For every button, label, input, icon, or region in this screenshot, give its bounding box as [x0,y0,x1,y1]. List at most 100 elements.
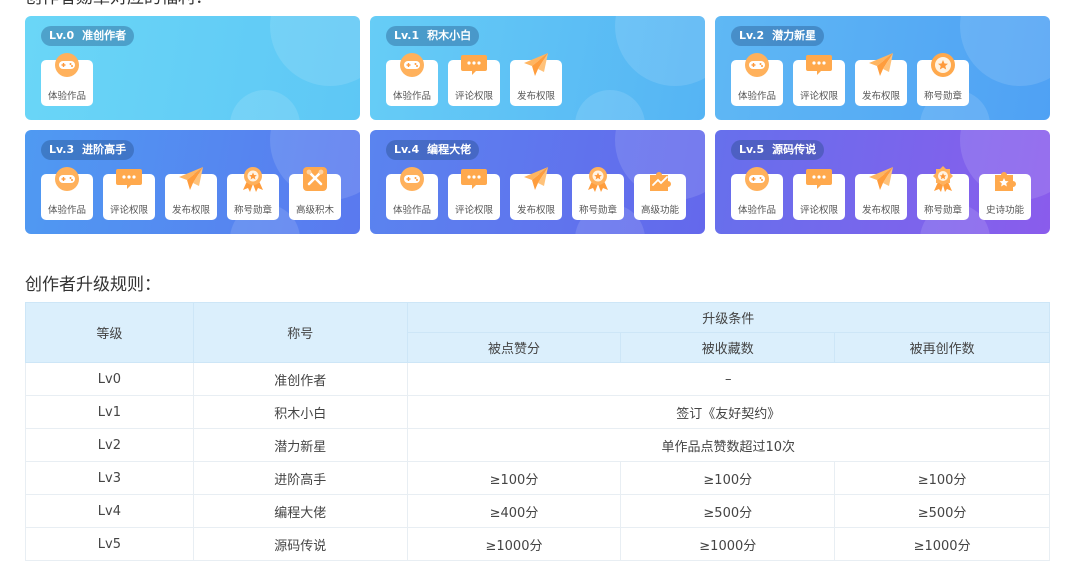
decor-bubble [615,16,705,86]
paper-plane-icon [523,52,549,78]
level-badge: Lv.2 潜力新星 [731,26,825,46]
gamepad-icon [54,52,80,78]
benefit-item: 发布权限 [510,167,562,220]
level-name: 进阶高手 [82,143,127,156]
decor-bubble [270,16,360,86]
level-name: 潜力新星 [772,29,817,42]
benefit-label: 高级积木 [295,205,334,216]
table-row: Lv3 进阶高手 ≥100分 ≥100分 ≥100分 [25,461,1050,495]
benefit-label: 称号勋章 [923,91,962,102]
benefit-item: 体验作品 [41,167,93,220]
benefit-item: 称号勋章 [917,166,969,220]
level-badge: Lv.1 积木小白 [386,26,480,46]
cell-condition: – [406,362,1051,396]
benefit-item: 体验作品 [386,167,438,220]
benefit-item: 评论权限 [448,55,500,106]
cell-remixes: ≥100分 [834,461,1050,495]
benefit-items: 体验作品 评论权限 发布权限 [386,53,562,106]
header-conditions: 升级条件 [406,302,1051,333]
cell-remixes: ≥500分 [834,494,1050,528]
decor-bubble [960,16,1050,86]
level-code: Lv.2 [739,29,765,42]
level-name: 源码传说 [772,143,817,156]
benefit-item: 评论权限 [793,169,845,220]
benefit-label: 评论权限 [454,205,493,216]
level-code: Lv.1 [394,29,420,42]
upgrade-rules-table: 等级 称号 升级条件 被点赞分 被收藏数 被再创作数 Lv0 准创作者 – Lv1 积木… [25,302,1051,561]
benefit-item: 高级积木 [289,167,341,220]
cell-condition: 签订《友好契约》 [406,395,1051,429]
benefit-label: 体验作品 [392,205,431,216]
header-level: 等级 [25,302,194,363]
cell-level: Lv0 [25,362,194,396]
tools-icon [302,166,328,192]
level-badge: Lv.5 源码传说 [731,140,825,160]
benefit-items: 体验作品 评论权限 发布权限 称号勋章 [731,53,969,106]
benefit-label: 评论权限 [109,205,148,216]
benefit-label: 发布权限 [516,91,555,102]
table-row: Lv0 准创作者 – [25,362,1051,396]
gamepad-icon [744,166,770,192]
benefit-label: 体验作品 [47,91,86,102]
paper-plane-icon [178,166,204,192]
cell-favorites: ≥1000分 [620,527,836,561]
gamepad-icon [399,166,425,192]
level-code: Lv.5 [739,143,765,156]
puzzle-star-icon [992,166,1018,192]
comment-icon [461,52,487,78]
page-title: 创作者勋章对应的福利： [25,0,212,8]
level-name: 编程大佬 [427,143,472,156]
benefit-item: 史诗功能 [979,172,1031,220]
gamepad-icon [54,166,80,192]
benefit-item: 发布权限 [165,167,217,220]
cell-likes: ≥400分 [406,494,622,528]
benefit-label: 评论权限 [799,91,838,102]
gamepad-icon [744,52,770,78]
star-medal-icon [930,166,956,192]
benefit-item: 评论权限 [448,169,500,220]
benefit-items: 体验作品 评论权限 发布权限 称号勋章 高级功能 [386,167,686,220]
benefit-item: 发布权限 [855,167,907,220]
benefit-label: 史诗功能 [985,205,1024,216]
benefit-label: 称号勋章 [923,205,962,216]
benefit-label: 评论权限 [454,91,493,102]
benefit-label: 发布权限 [516,205,555,216]
benefit-item: 体验作品 [41,53,93,106]
benefit-card-lv5: Lv.5 源码传说体验作品 评论权限 发布权限 称号勋章 史诗功能 [715,130,1050,234]
benefit-items: 体验作品 [41,53,93,106]
benefit-item: 评论权限 [103,169,155,220]
cell-favorites: ≥100分 [620,461,836,495]
table-row: Lv2 潜力新星 单作品点赞数超过10次 [25,428,1051,462]
comment-icon [461,166,487,192]
benefit-label: 发布权限 [171,205,210,216]
benefit-item: 体验作品 [731,167,783,220]
header-remixes: 被再创作数 [834,332,1050,363]
benefit-label: 高级功能 [640,205,679,216]
benefit-items: 体验作品 评论权限 发布权限 称号勋章 高级积木 [41,167,341,220]
benefit-label: 体验作品 [392,91,431,102]
benefit-label: 体验作品 [737,91,776,102]
puzzle-icon [647,166,673,192]
paper-plane-icon [523,166,549,192]
header-favorites: 被收藏数 [620,332,836,363]
header-likes: 被点赞分 [406,332,622,363]
benefit-label: 称号勋章 [233,205,272,216]
cell-title: 潜力新星 [192,428,408,462]
table-row: Lv1 积木小白 签订《友好契约》 [25,395,1051,429]
benefit-label: 评论权限 [799,205,838,216]
benefit-item: 评论权限 [793,55,845,106]
cell-level: Lv1 [25,395,194,429]
benefit-item: 称号勋章 [227,167,279,220]
cell-level: Lv3 [25,461,194,495]
benefit-item: 称号勋章 [917,53,969,106]
cell-level: Lv5 [25,527,194,561]
benefit-item: 体验作品 [386,53,438,106]
cell-condition: 单作品点赞数超过10次 [406,428,1051,462]
cell-title: 进阶高手 [192,461,408,495]
paper-plane-icon [868,166,894,192]
level-code: Lv.3 [49,143,75,156]
decor-bubble [575,90,645,120]
level-badge: Lv.3 进阶高手 [41,140,135,160]
cell-favorites: ≥500分 [620,494,836,528]
medal-icon [930,52,956,78]
